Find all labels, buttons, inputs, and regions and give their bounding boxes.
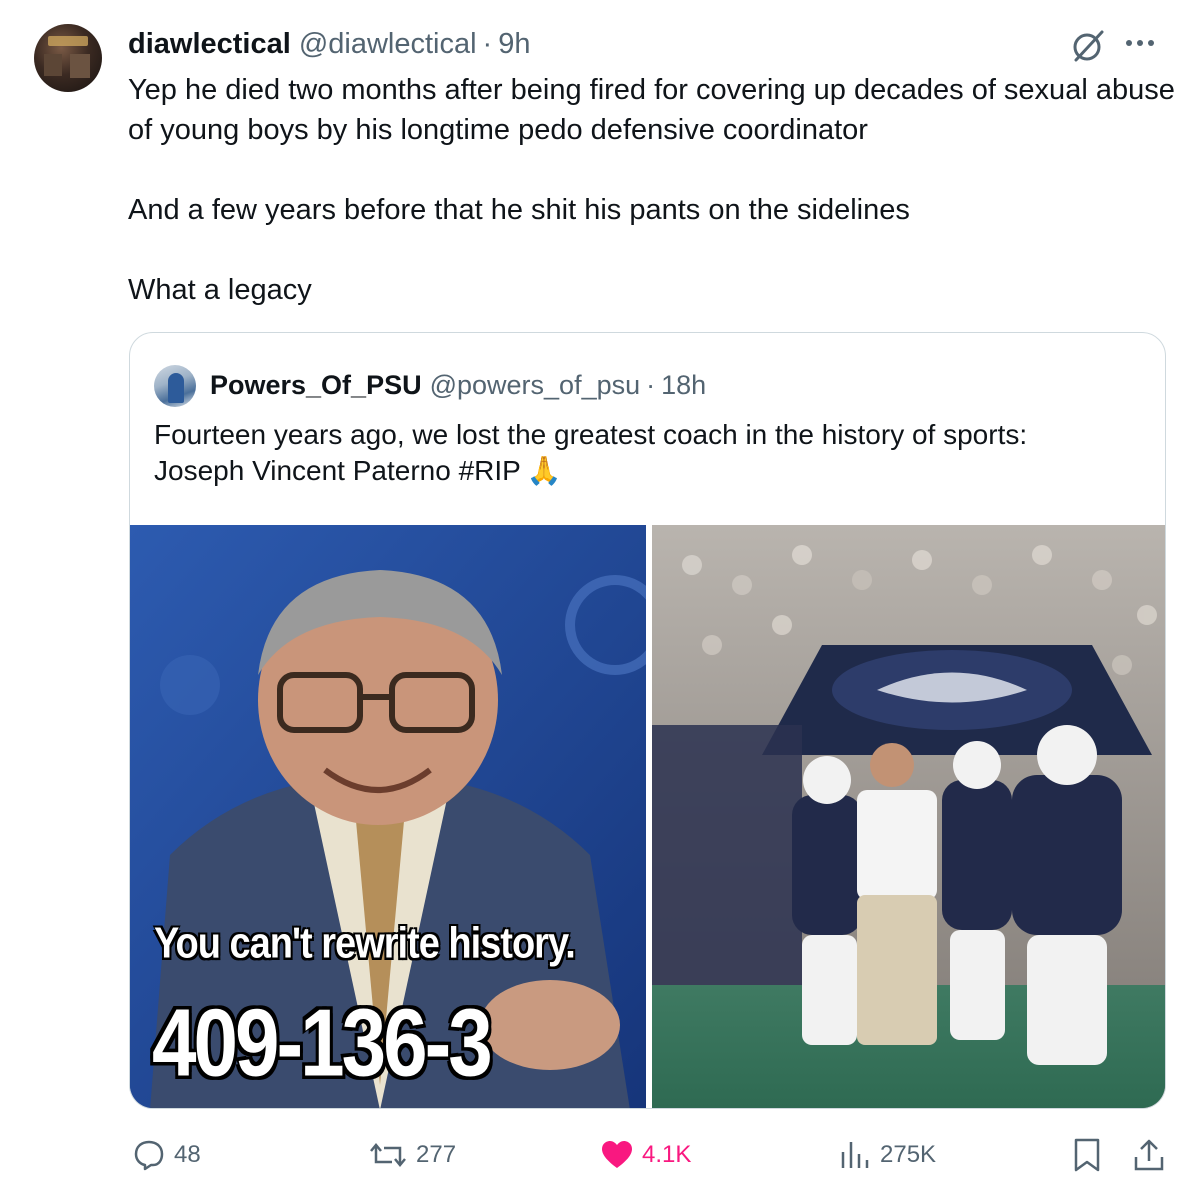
quoted-author-handle[interactable]: @powers_of_psu [430, 370, 641, 401]
reply-button[interactable]: 48 [132, 1130, 201, 1180]
meme-record: 409-136-3 [152, 989, 493, 1096]
stadium-illustration [652, 525, 1165, 1108]
like-count: 4.1K [642, 1141, 692, 1168]
avatar-sign [48, 36, 88, 46]
quoted-tweet[interactable]: Powers_Of_PSU @powers_of_psu · 18h Fourt… [129, 332, 1166, 1109]
like-button[interactable]: 4.1K [600, 1130, 691, 1180]
quoted-author-display-name[interactable]: Powers_Of_PSU [210, 370, 422, 401]
quoted-tweet-text: Fourteen years ago, we lost the greatest… [154, 417, 1144, 489]
author-handle[interactable]: @diawlectical [299, 28, 477, 61]
views-count: 275K [880, 1141, 937, 1168]
more-icon[interactable] [1126, 40, 1154, 46]
views-button[interactable]: 275K [838, 1130, 936, 1180]
meme-image[interactable]: You can't rewrite history. 409-136-3 [130, 525, 646, 1108]
grok-icon[interactable] [1068, 26, 1108, 66]
bookmark-button[interactable] [1072, 1130, 1102, 1180]
quoted-author-avatar[interactable] [154, 365, 196, 407]
tweet-header: diawlectical @diawlectical · 9h [128, 26, 530, 62]
repost-count: 277 [416, 1141, 457, 1168]
avatar-window [44, 54, 62, 76]
reply-icon [134, 1140, 164, 1171]
repost-button[interactable]: 277 [368, 1130, 456, 1180]
tweet-paragraph: Yep he died two months after being fired… [128, 74, 1175, 146]
stadium-photo[interactable] [652, 525, 1165, 1108]
folded-hands-emoji: 🙏 [526, 455, 562, 486]
reply-count: 48 [174, 1141, 201, 1168]
repost-icon [370, 1143, 406, 1167]
share-icon [1134, 1139, 1164, 1171]
tweet-paragraph: And a few years before that he shit his … [128, 194, 910, 226]
tweet-text: Yep he died two months after being fired… [128, 70, 1178, 310]
quoted-tweet-header: Powers_Of_PSU @powers_of_psu · 18h [210, 367, 706, 403]
author-display-name[interactable]: diawlectical [128, 28, 291, 61]
separator-dot: · [482, 27, 493, 60]
separator-dot: · [646, 369, 656, 400]
heart-icon [602, 1141, 632, 1168]
author-avatar[interactable] [34, 24, 102, 92]
action-bar: 48 277 4.1K 275K [0, 1130, 1200, 1180]
share-button[interactable] [1132, 1130, 1166, 1180]
meme-caption: You can't rewrite history. [154, 919, 576, 969]
avatar-window [70, 54, 90, 78]
quoted-tweet-time[interactable]: 18h [661, 370, 706, 401]
tweet-paragraph: What a legacy [128, 274, 312, 306]
tweet-time[interactable]: 9h [498, 28, 530, 61]
quoted-text-line: Joseph Vincent Paterno #RIP [154, 455, 521, 486]
bookmark-icon [1074, 1138, 1100, 1172]
views-icon [841, 1142, 869, 1168]
quoted-text-line: Fourteen years ago, we lost the greatest… [154, 419, 1028, 450]
